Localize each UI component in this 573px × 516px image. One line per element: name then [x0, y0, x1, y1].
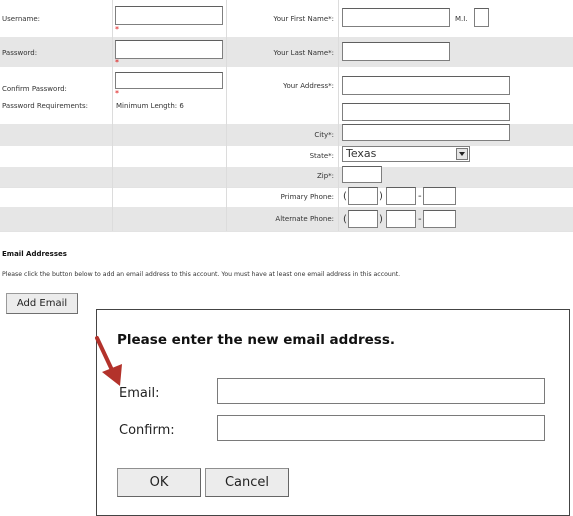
zip-input[interactable]: [342, 166, 382, 183]
primary-phone-prefix-input[interactable]: [386, 187, 416, 205]
primary-phone-label: Primary Phone:: [280, 193, 334, 201]
phone-paren-close: ): [379, 191, 383, 202]
password-requirements-label: Password Requirements:: [2, 102, 88, 110]
last-name-label: Your Last Name*:: [273, 49, 334, 57]
column-divider: [226, 0, 227, 231]
confirm-label: Confirm:: [119, 423, 175, 438]
required-marker: *: [115, 25, 119, 34]
first-name-label: Your First Name*:: [273, 15, 334, 23]
primary-phone-line-input[interactable]: [423, 187, 456, 205]
phone-paren-close: ): [379, 214, 383, 225]
state-select[interactable]: Texas: [342, 146, 470, 162]
password-input[interactable]: [115, 40, 223, 59]
middle-initial-input[interactable]: [474, 8, 489, 27]
column-divider: [112, 0, 113, 231]
row-divider: [0, 231, 573, 232]
alternate-phone-label: Alternate Phone:: [275, 215, 334, 223]
phone-dash: -: [418, 214, 422, 225]
add-email-button[interactable]: Add Email: [6, 293, 78, 314]
password-requirements-value: Minimum Length: 6: [116, 102, 184, 110]
state-select-value: Texas: [346, 147, 377, 160]
required-marker: *: [115, 58, 119, 67]
email-section-heading: Email Addresses: [2, 250, 67, 258]
mi-label: M.I.: [455, 15, 468, 23]
phone-dash: -: [418, 191, 422, 202]
phone-paren-open: (: [343, 191, 347, 202]
confirm-password-label: Confirm Password:: [2, 85, 67, 93]
address-line1-input[interactable]: [342, 76, 510, 95]
state-label: State*:: [309, 152, 334, 160]
confirm-password-input[interactable]: [115, 72, 223, 89]
email-input[interactable]: [217, 378, 545, 404]
dropdown-arrow-icon[interactable]: [456, 148, 468, 160]
password-label: Password:: [2, 49, 38, 57]
row-divider: [0, 187, 573, 188]
alternate-phone-prefix-input[interactable]: [386, 210, 416, 228]
username-label: Username:: [2, 15, 41, 23]
username-input[interactable]: [115, 6, 223, 25]
last-name-input[interactable]: [342, 42, 450, 61]
cancel-button[interactable]: Cancel: [205, 468, 289, 497]
address-line2-input[interactable]: [342, 103, 510, 121]
first-name-input[interactable]: [342, 8, 450, 27]
alternate-phone-area-input[interactable]: [348, 210, 378, 228]
address-label: Your Address*:: [283, 82, 334, 90]
phone-paren-open: (: [343, 214, 347, 225]
zip-label: Zip*:: [316, 172, 334, 180]
alternate-phone-line-input[interactable]: [423, 210, 456, 228]
required-marker: *: [115, 89, 119, 98]
city-input[interactable]: [342, 124, 510, 141]
dialog-title: Please enter the new email address.: [117, 332, 396, 348]
email-section-instructions: Please click the button below to add an …: [2, 271, 401, 278]
confirm-email-input[interactable]: [217, 415, 545, 441]
city-label: City*:: [314, 131, 334, 139]
annotation-arrow-icon: [95, 336, 122, 386]
ok-button[interactable]: OK: [117, 468, 201, 497]
column-divider: [338, 0, 339, 231]
primary-phone-area-input[interactable]: [348, 187, 378, 205]
add-email-dialog: Please enter the new email address. Emai…: [96, 309, 570, 516]
